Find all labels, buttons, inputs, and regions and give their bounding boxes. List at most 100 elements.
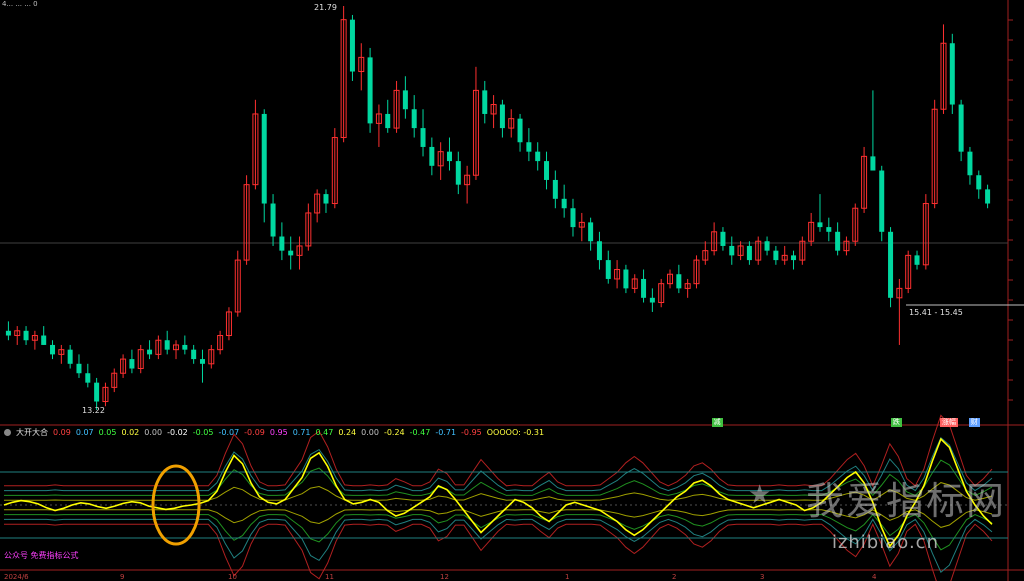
x-axis-label: 1 — [565, 573, 570, 581]
candle-body — [958, 104, 964, 152]
indicator-value: 0.00 — [144, 427, 163, 437]
x-axis-label: 2024/6 — [4, 573, 29, 581]
candle-body — [817, 222, 823, 228]
candle-body — [729, 245, 735, 256]
candle-body — [367, 57, 373, 124]
indicator-value: -0.95 — [461, 427, 482, 437]
candle-body — [888, 231, 894, 298]
candle-body — [429, 146, 435, 166]
candle-body — [164, 340, 170, 350]
event-badge[interactable]: 涨幅 — [940, 418, 959, 427]
indicator-value: 0.95 — [269, 427, 288, 437]
candle-body — [349, 19, 355, 72]
candle-body — [676, 274, 682, 289]
candle-body — [561, 198, 567, 209]
indicator-value: -0.71 — [435, 427, 457, 437]
candle-body — [50, 344, 56, 355]
range-price-label: 15.41 - 15.45 — [909, 308, 963, 317]
candle-body — [270, 203, 276, 237]
candle-body — [605, 260, 611, 279]
event-badge[interactable]: 财 — [968, 418, 980, 427]
candle-body — [85, 373, 91, 383]
candle-body — [288, 250, 294, 256]
watermark-url: izhibiao.cn — [831, 532, 939, 553]
high-price-label: 21.79 — [314, 3, 337, 12]
indicator-settings-icon[interactable] — [4, 428, 11, 436]
candle-body — [420, 128, 426, 147]
candle-body — [147, 349, 153, 355]
candle-body — [199, 359, 205, 364]
candle-body — [773, 250, 779, 261]
indicator-value: -0.47 — [409, 427, 431, 437]
candle-body — [41, 335, 47, 345]
candle-body — [835, 231, 841, 251]
x-axis-label: 11 — [325, 573, 334, 581]
candle-body — [870, 156, 876, 171]
indicator-footnote: 公众号 免费指标公式 — [4, 551, 79, 560]
low-price-label: 13.22 — [82, 406, 105, 415]
candle-body — [791, 255, 797, 261]
candle-body — [482, 90, 488, 114]
event-badge[interactable]: 减 — [711, 418, 723, 427]
window-title: 4... ... ... 0 — [2, 0, 38, 8]
x-axis-label: 9 — [120, 573, 125, 581]
candle-body — [402, 90, 408, 110]
candle-body — [544, 161, 550, 180]
candle-body — [446, 151, 452, 162]
candle-body — [914, 255, 920, 265]
candle-body — [552, 179, 558, 199]
candle-body — [129, 359, 135, 369]
candle-body — [191, 349, 197, 360]
indicator-value: 0.00 — [361, 427, 379, 437]
candle-body — [649, 297, 655, 303]
candle-body — [323, 194, 329, 204]
candle-body — [985, 189, 991, 204]
indicator-value: 0.24 — [338, 427, 357, 437]
indicator-value: -0.02 — [167, 427, 188, 437]
indicator-value: 0.09 — [53, 427, 71, 437]
candle-body — [720, 231, 726, 246]
x-axis-label: 2 — [672, 573, 677, 581]
indicator-header: 大开大合 0.09 0.07 0.05 0.02 0.00 -0.02 -0.05 -0.07… — [4, 427, 544, 437]
candle-body — [94, 382, 100, 402]
watermark-text: 我爱指标网 — [805, 479, 1006, 523]
candle-body — [411, 109, 417, 129]
candle-body — [261, 113, 267, 204]
candle-body — [949, 43, 955, 105]
indicator-value: 0.47 — [315, 427, 334, 437]
candle-body — [182, 344, 188, 350]
indicator-value: 0.71 — [292, 427, 311, 437]
candle-body — [623, 269, 629, 289]
x-axis-label: 12 — [440, 573, 449, 581]
candlestick-series — [5, 6, 991, 410]
indicator-value: OOOOO: -0.31 — [486, 427, 545, 437]
candle-body — [499, 104, 505, 129]
indicator-value: -0.05 — [192, 427, 214, 437]
x-axis-label: 10 — [228, 573, 237, 581]
indicator-value: -0.09 — [244, 427, 265, 437]
event-badge[interactable]: 跌 — [890, 418, 902, 427]
indicator-value: 0.02 — [121, 427, 140, 437]
indicator-value: 0.07 — [75, 427, 94, 437]
candle-body — [455, 161, 461, 185]
candle-body — [526, 142, 532, 152]
candle-body — [279, 236, 285, 251]
indicator-value: 0.05 — [98, 427, 117, 437]
indicator-value: -0.24 — [383, 427, 405, 437]
candle-body — [976, 175, 982, 190]
candle-body — [76, 363, 82, 374]
indicator-values: 0.09 0.07 0.05 0.02 0.00 -0.02 -0.05 -0.07 -0.09… — [53, 428, 544, 437]
candle-body — [535, 151, 541, 162]
indicator-value: -0.07 — [218, 427, 240, 437]
candle-body — [67, 349, 73, 364]
candle-body — [588, 222, 594, 242]
candle-body — [764, 241, 770, 251]
candle-body — [5, 330, 11, 336]
x-axis-label: 4 — [872, 573, 877, 581]
indicator-title[interactable]: 大开大合 — [16, 427, 48, 438]
candle-body — [826, 227, 832, 232]
watermark-star-icon: ★ — [748, 480, 772, 510]
candle-body — [641, 278, 647, 298]
candle-body — [879, 170, 885, 232]
candle-body — [746, 245, 752, 261]
